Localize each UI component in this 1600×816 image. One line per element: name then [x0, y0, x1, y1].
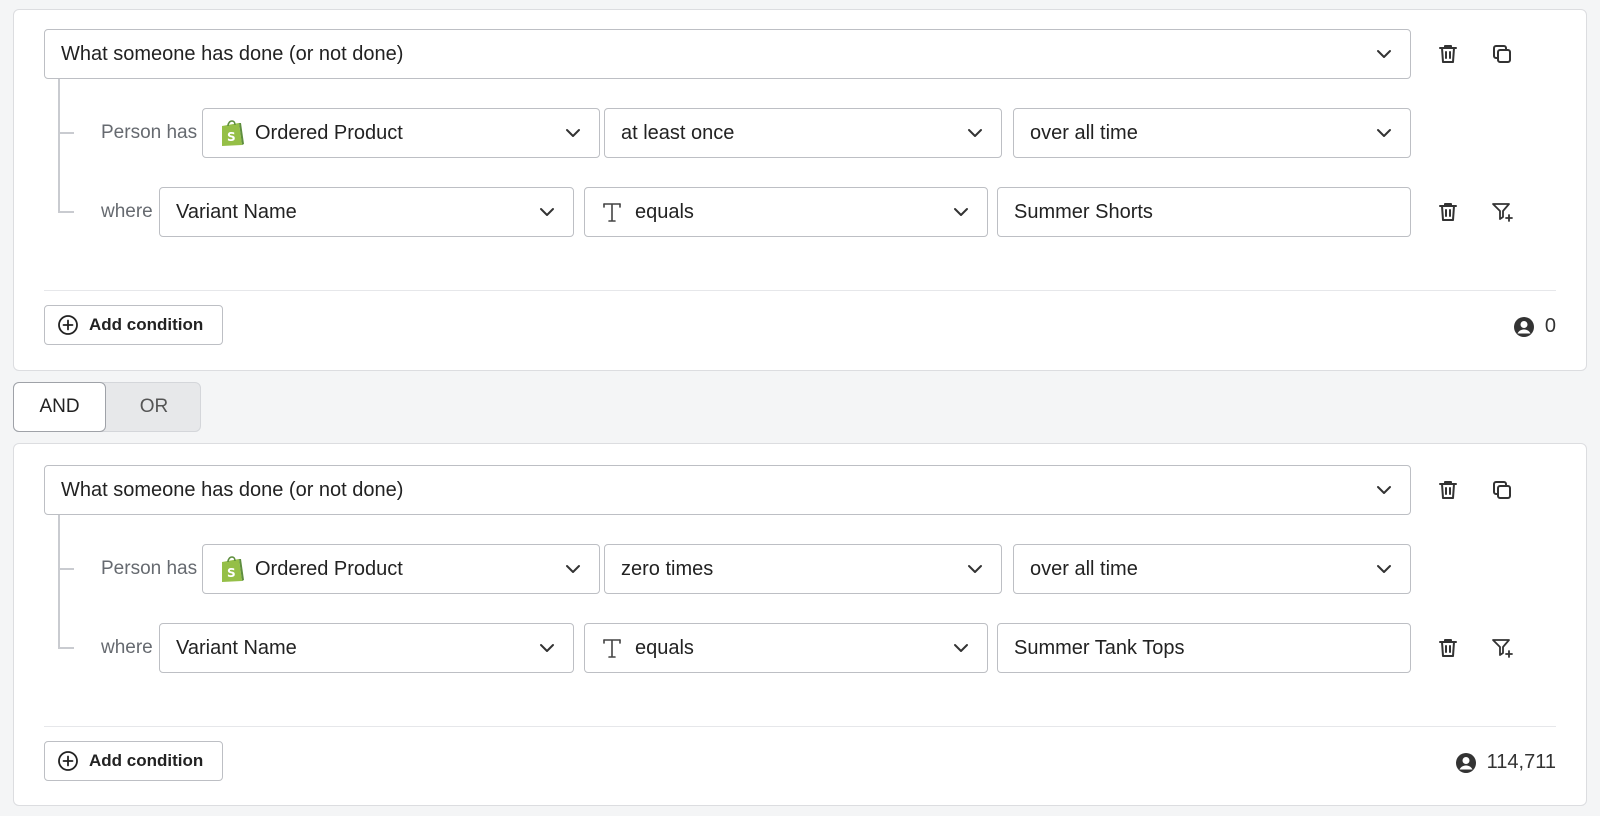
value-input[interactable]: Summer Tank Tops: [997, 623, 1411, 673]
property-value: Variant Name: [176, 200, 297, 223]
chevron-down-icon: [540, 644, 554, 652]
divider: [44, 290, 1556, 291]
value-text: Summer Shorts: [1014, 200, 1153, 223]
user-circle-icon: [1513, 316, 1534, 337]
add-filter-button[interactable]: [1488, 198, 1516, 226]
timeframe-value: over all time: [1030, 121, 1138, 144]
svg-text:S: S: [227, 566, 236, 580]
chevron-down-icon: [1377, 565, 1391, 573]
chevron-down-icon: [968, 565, 982, 573]
filter-plus-icon: [1492, 639, 1513, 658]
metric-value: Ordered Product: [255, 121, 403, 144]
timeframe-select[interactable]: over all time: [1013, 108, 1411, 158]
profile-count: 0: [1513, 315, 1556, 338]
duplicate-condition-button[interactable]: [1488, 40, 1516, 68]
logic-toggle: AND OR: [13, 382, 201, 432]
text-type-icon: [603, 639, 621, 658]
chevron-down-icon: [954, 644, 968, 652]
timeframe-select[interactable]: over all time: [1013, 544, 1411, 594]
delete-condition-button[interactable]: [1434, 40, 1462, 68]
tree-connector: [58, 515, 60, 649]
copy-icon: [1493, 481, 1511, 499]
where-label: where: [101, 201, 153, 222]
add-filter-button[interactable]: [1488, 634, 1516, 662]
property-select[interactable]: Variant Name: [159, 187, 574, 237]
condition-type-select[interactable]: What someone has done (or not done): [44, 29, 1411, 79]
tree-connector: [58, 79, 60, 213]
profile-count-value: 0: [1544, 315, 1556, 337]
person-has-label: Person has: [101, 122, 198, 143]
shopify-bag-icon: S: [222, 556, 244, 582]
operator-value: equals: [635, 636, 694, 659]
delete-condition-button[interactable]: [1434, 476, 1462, 504]
plus-circle-icon: [58, 751, 78, 771]
tree-branch: [58, 132, 74, 134]
operator-select[interactable]: equals: [584, 623, 988, 673]
trash-icon: [1439, 203, 1457, 221]
duplicate-condition-button[interactable]: [1488, 476, 1516, 504]
metric-select[interactable]: S Ordered Product: [202, 544, 600, 594]
svg-text:S: S: [227, 130, 236, 144]
value-text: Summer Tank Tops: [1014, 636, 1185, 659]
trash-icon: [1439, 639, 1457, 657]
person-has-label: Person has: [101, 558, 198, 579]
where-label: where: [101, 637, 153, 658]
frequency-select[interactable]: at least once: [604, 108, 1002, 158]
frequency-value: at least once: [621, 121, 735, 144]
property-value: Variant Name: [176, 636, 297, 659]
text-type-icon: [603, 203, 621, 222]
value-input[interactable]: Summer Shorts: [997, 187, 1411, 237]
condition-type-value: What someone has done (or not done): [61, 478, 404, 501]
trash-icon: [1439, 481, 1457, 499]
chevron-down-icon: [566, 129, 580, 137]
shopify-bag-icon: S: [222, 120, 244, 146]
profile-count-value: 114,711: [1486, 751, 1556, 773]
copy-icon: [1493, 45, 1511, 63]
delete-filter-button[interactable]: [1434, 198, 1462, 226]
add-condition-label: Add condition: [89, 315, 204, 334]
chevron-down-icon: [540, 208, 554, 216]
operator-value: equals: [635, 200, 694, 223]
condition-type-value: What someone has done (or not done): [61, 42, 404, 65]
operator-select[interactable]: equals: [584, 187, 988, 237]
frequency-select[interactable]: zero times: [604, 544, 1002, 594]
chevron-down-icon: [1377, 486, 1391, 494]
add-condition-button[interactable]: Add condition: [44, 741, 223, 781]
trash-icon: [1439, 45, 1457, 63]
filter-plus-icon: [1492, 203, 1513, 222]
add-condition-label: Add condition: [89, 751, 204, 770]
tree-branch: [58, 211, 74, 213]
chevron-down-icon: [1377, 129, 1391, 137]
divider: [44, 726, 1556, 727]
chevron-down-icon: [1377, 50, 1391, 58]
plus-circle-icon: [58, 315, 78, 335]
timeframe-value: over all time: [1030, 557, 1138, 580]
or-toggle-button[interactable]: OR: [106, 382, 202, 432]
chevron-down-icon: [968, 129, 982, 137]
user-circle-icon: [1455, 752, 1476, 773]
condition-type-select[interactable]: What someone has done (or not done): [44, 465, 1411, 515]
profile-count: 114,711: [1455, 751, 1556, 774]
add-condition-button[interactable]: Add condition: [44, 305, 223, 345]
chevron-down-icon: [954, 208, 968, 216]
metric-value: Ordered Product: [255, 557, 403, 580]
condition-group-1: What someone has done (or not done) Pers…: [13, 9, 1587, 371]
property-select[interactable]: Variant Name: [159, 623, 574, 673]
and-toggle-button[interactable]: AND: [13, 382, 106, 432]
metric-select[interactable]: S Ordered Product: [202, 108, 600, 158]
tree-branch: [58, 647, 74, 649]
chevron-down-icon: [566, 565, 580, 573]
frequency-value: zero times: [621, 557, 714, 580]
condition-group-2: What someone has done (or not done) Pers…: [13, 443, 1587, 806]
delete-filter-button[interactable]: [1434, 634, 1462, 662]
tree-branch: [58, 568, 74, 570]
